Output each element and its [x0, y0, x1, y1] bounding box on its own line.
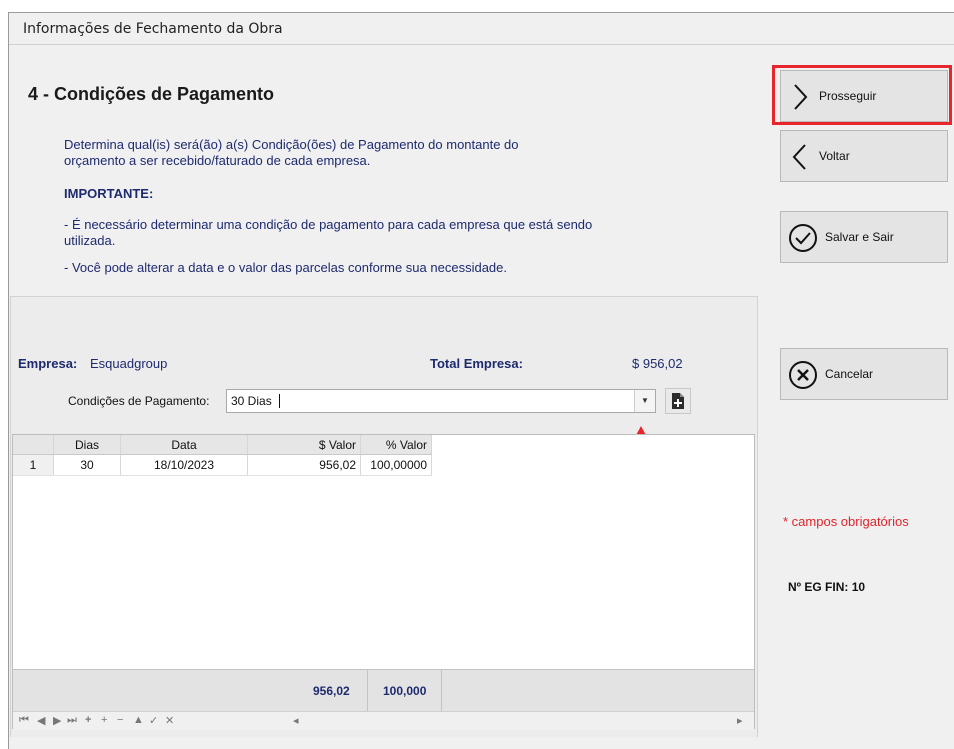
footer-divider [367, 670, 368, 712]
prev-record-icon[interactable]: ◀ [37, 714, 45, 727]
note-1-line-2: utilizada. [64, 233, 116, 248]
prosseguir-button[interactable]: Prosseguir [780, 70, 948, 122]
salvar-sair-label: Salvar e Sair [825, 230, 894, 244]
empresa-label: Empresa: [18, 356, 78, 371]
section-title: 4 - Condições de Pagamento [28, 84, 275, 104]
first-record-icon[interactable]: ⏮ [19, 714, 29, 727]
text-cursor [279, 394, 280, 408]
grid-summary-footer: 956,02 100,000 [13, 669, 754, 712]
total-percentual: 100,000 [383, 684, 427, 698]
cell-percentual[interactable]: 100,00000 [360, 454, 432, 476]
total-valor: 956,02 [313, 684, 350, 698]
next-record-icon[interactable]: ▶ [53, 714, 61, 727]
table-header-row: Dias Data $ Valor % Valor [13, 435, 432, 455]
required-fields-note: * campos obrigatórios [783, 514, 909, 529]
window-title: Informações de Fechamento da Obra [23, 21, 283, 37]
cancel-record-icon[interactable]: ✕ [165, 714, 174, 727]
installments-grid: Dias Data $ Valor % Valor 1 30 18/10/202… [12, 434, 755, 730]
table-row[interactable]: 1 30 18/10/2023 956,02 100,00000 [13, 454, 432, 476]
condicoes-select[interactable]: 30 Dias ▼ [226, 389, 656, 413]
cancelar-button[interactable]: Cancelar [780, 348, 948, 400]
footer-divider [441, 670, 442, 712]
total-empresa-value: $ 956,02 [632, 356, 683, 371]
total-empresa-label: Total Empresa: [430, 356, 523, 371]
check-circle-icon [789, 224, 817, 252]
new-document-icon [672, 393, 684, 409]
condicoes-select-value[interactable]: 30 Dias [231, 394, 272, 408]
col-header-data[interactable]: Data [120, 435, 248, 455]
edit-record-icon[interactable]: ▲ [133, 714, 144, 726]
condicoes-label: Condições de Pagamento: [68, 394, 210, 408]
dropdown-arrow-icon[interactable]: ▼ [634, 390, 655, 412]
eg-fin-number: Nº EG FIN: 10 [788, 580, 866, 594]
scroll-left-icon[interactable]: ◂ [293, 714, 299, 727]
cell-valor[interactable]: 956,02 [247, 454, 361, 476]
insert-record-icon[interactable]: + [101, 714, 107, 726]
col-header-dias[interactable]: Dias [53, 435, 121, 455]
note-1-line-1: - É necessário determinar uma condição d… [64, 217, 593, 232]
installments-table: Dias Data $ Valor % Valor 1 30 18/10/202… [13, 435, 432, 476]
cell-data[interactable]: 18/10/2023 [120, 454, 248, 476]
important-heading: IMPORTANTE: [64, 186, 154, 201]
col-header-percentual[interactable]: % Valor [360, 435, 432, 455]
col-header-valor[interactable]: $ Valor [247, 435, 361, 455]
add-record-icon[interactable]: + [85, 714, 91, 726]
chevron-left-icon [792, 144, 806, 170]
cell-dias[interactable]: 30 [53, 454, 121, 476]
title-bar: Informações de Fechamento da Obra [9, 13, 954, 45]
cancelar-label: Cancelar [825, 367, 874, 381]
row-number-header [13, 435, 54, 455]
note-2: - Você pode alterar a data e o valor das… [64, 260, 507, 275]
delete-record-icon[interactable]: − [117, 714, 123, 726]
prosseguir-label: Prosseguir [819, 89, 877, 103]
chevron-right-icon [794, 84, 808, 110]
description-line-1: Determina qual(is) será(ão) a(s) Condiçã… [64, 137, 519, 152]
grid-navigator: ⏮ ◀ ▶ ⏭ + + − ▲ ✓ ✕ ◂ ▸ [13, 711, 754, 730]
empresa-value: Esquadgroup [90, 356, 168, 371]
description-line-2: orçamento a ser recebido/faturado de cad… [64, 153, 371, 168]
x-circle-icon [789, 361, 817, 389]
last-record-icon[interactable]: ⏭ [67, 714, 77, 727]
row-number: 1 [13, 454, 54, 476]
voltar-label: Voltar [819, 149, 850, 163]
scroll-right-icon[interactable]: ▸ [737, 714, 743, 727]
new-document-button[interactable] [665, 388, 691, 414]
post-record-icon[interactable]: ✓ [149, 714, 158, 727]
salvar-sair-button[interactable]: Salvar e Sair [780, 211, 948, 263]
voltar-button[interactable]: Voltar [780, 130, 948, 182]
